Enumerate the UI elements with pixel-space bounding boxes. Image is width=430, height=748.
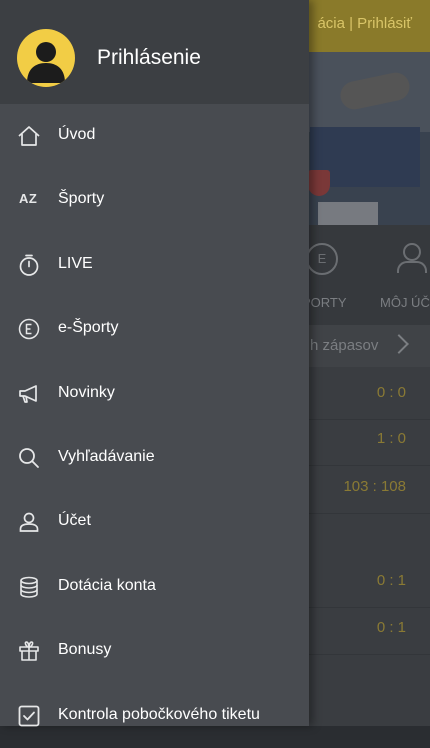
menu-item-label: LIVE	[58, 254, 93, 272]
drawer-menu: Úvod AZ Športy LIVE e-Športy Novinky Vyh…	[0, 104, 309, 748]
background-match-row: 0 : 1	[300, 602, 430, 655]
home-icon	[17, 124, 41, 148]
esports-nav-icon: E	[306, 243, 338, 275]
background-match-row: 103 : 108	[300, 461, 430, 514]
menu-item-label: Úvod	[58, 126, 96, 143]
menu-item-dotacia-konta[interactable]: Dotácia konta	[0, 555, 309, 619]
match-score: 103 : 108	[343, 478, 406, 495]
search-icon	[17, 446, 41, 470]
menu-item-label: Bonusy	[58, 641, 112, 659]
match-score: 0 : 0	[376, 384, 406, 401]
match-score: 0 : 1	[376, 572, 406, 589]
menu-item-novinky[interactable]: Novinky	[0, 362, 309, 426]
menu-item-live[interactable]: LIVE	[0, 233, 309, 297]
menu-item-label: Športy	[58, 190, 105, 208]
checkbox-icon	[17, 704, 41, 728]
menu-item-label: Vyhľadávanie	[58, 447, 155, 465]
account-nav-icon	[397, 243, 427, 273]
menu-item-vyhladavanie[interactable]: Vyhľadávanie	[0, 426, 309, 490]
background-match-row: 1 : 0	[300, 413, 430, 466]
match-score: 1 : 0	[376, 430, 406, 447]
user-icon	[17, 510, 41, 534]
background-banner-image	[300, 52, 430, 225]
menu-item-label: Dotácia konta	[58, 576, 156, 594]
navigation-drawer: Prihlásenie Úvod AZ Športy LIVE e-Športy	[0, 0, 309, 726]
esports-icon	[17, 317, 41, 341]
background-nav-label-account: MÔJ ÚČ	[380, 295, 430, 310]
megaphone-icon	[17, 382, 41, 406]
menu-item-label: Účet	[58, 512, 91, 530]
menu-item-esporty[interactable]: e-Športy	[0, 297, 309, 361]
background-bottom-nav: E PORTY MÔJ ÚČ	[300, 225, 430, 325]
menu-item-bonusy[interactable]: Bonusy	[0, 619, 309, 683]
drawer-header[interactable]: Prihlásenie	[0, 0, 309, 104]
menu-item-label: Novinky	[58, 383, 115, 401]
chevron-right-icon	[389, 334, 409, 354]
background-filter-bar: h zápasov	[300, 325, 430, 367]
stopwatch-icon	[17, 253, 41, 277]
menu-item-label: e-Športy	[58, 319, 119, 337]
login-link[interactable]: Prihlásenie	[97, 46, 201, 70]
background-filter-text: h zápasov	[310, 337, 379, 354]
menu-item-uvod[interactable]: Úvod	[0, 104, 309, 168]
background-register-login-link: ácia | Prihlásiť	[317, 15, 412, 32]
gift-icon	[17, 639, 41, 663]
menu-item-ucet[interactable]: Účet	[0, 490, 309, 554]
menu-item-sporty[interactable]: AZ Športy	[0, 168, 309, 232]
background-match-row: 0 : 1	[300, 555, 430, 608]
coins-icon	[17, 575, 41, 599]
menu-item-label: Kontrola pobočkového tiketu	[58, 705, 260, 723]
avatar-icon	[17, 29, 75, 87]
match-score: 0 : 1	[376, 619, 406, 636]
menu-item-kontrola-tiketu[interactable]: Kontrola pobočkového tiketu	[0, 684, 309, 748]
az-icon: AZ	[19, 191, 38, 207]
